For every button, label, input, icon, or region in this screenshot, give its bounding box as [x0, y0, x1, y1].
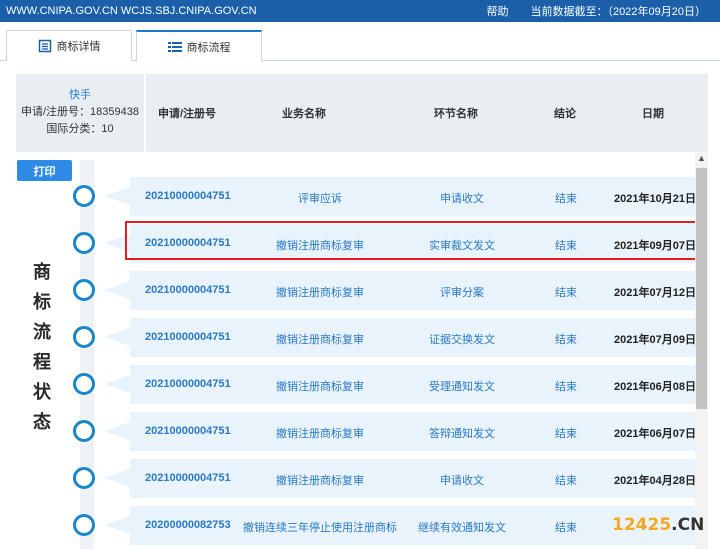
result: 结束: [555, 475, 577, 487]
application-number[interactable]: 20210000004751: [145, 190, 231, 202]
trademark-name: 快手: [69, 89, 91, 101]
timeline-dot-icon: [73, 279, 95, 301]
step-name: 申请收文: [440, 193, 484, 205]
date: 2021年04月28日: [614, 475, 696, 487]
scrollbar-thumb[interactable]: [696, 168, 707, 409]
data-date: 当前数据截至：（2022年09月20日）: [530, 6, 706, 18]
timeline-dot-icon: [73, 185, 95, 207]
step-name: 证据交换发文: [429, 334, 495, 346]
business-name[interactable]: 评审应诉: [298, 190, 342, 206]
column-header: 日期: [642, 108, 664, 120]
column-header: 结论: [554, 108, 576, 120]
registration-number: 申请/注册号：18359438: [21, 106, 139, 118]
timeline-dot-icon: [73, 420, 95, 442]
result: 结束: [555, 522, 577, 534]
business-name[interactable]: 撤销注册商标复审: [276, 284, 364, 300]
timeline-dot-icon: [73, 514, 95, 536]
timeline-dot-icon: [73, 373, 95, 395]
application-number[interactable]: 20210000004751: [145, 378, 231, 390]
timeline-dot-icon: [73, 326, 95, 348]
international-class: 国际分类：10: [46, 123, 114, 135]
table-row[interactable]: 20210000004751 撤销注册商标复审 答辩通知发文 结束 2021年06月07…: [104, 412, 696, 451]
trademark-info: 快手 申请/注册号：18359438 国际分类：10: [16, 74, 144, 152]
site-url: WWW.CNIPA.GOV.CN WCJS.SBJ.CNIPA.GOV.CN: [6, 5, 257, 17]
step-name: 继续有效通知发文: [418, 522, 506, 534]
result: 结束: [555, 334, 577, 346]
date: 2021年07月09日: [614, 334, 696, 346]
date: 2021年06月08日: [614, 381, 696, 393]
business-name[interactable]: 撤销注册商标复审: [276, 331, 364, 347]
business-name[interactable]: 撤销注册商标复审: [276, 472, 364, 488]
help-link[interactable]: 帮助: [487, 3, 509, 19]
table-row[interactable]: 20210000004751 撤销注册商标复审 评审分案 结束 2021年07月12日: [104, 271, 696, 310]
table-row[interactable]: 20210000004751 评审应诉 申请收文 结束 2021年10月21日: [104, 177, 696, 216]
document-icon: [38, 39, 52, 53]
application-number[interactable]: 20210000004751: [145, 472, 231, 484]
watermark-logo: 12425.CN: [612, 515, 704, 535]
result: 结束: [555, 193, 577, 205]
timeline-dot-icon: [73, 467, 95, 489]
business-name[interactable]: 撤销连续三年停止使用注册商标: [243, 519, 397, 535]
top-bar: WWW.CNIPA.GOV.CN WCJS.SBJ.CNIPA.GOV.CN 帮…: [0, 0, 720, 22]
result: 结束: [555, 428, 577, 440]
timeline-track: [80, 160, 94, 549]
date: 2021年07月12日: [614, 287, 696, 299]
business-name[interactable]: 撤销注册商标复审: [276, 378, 364, 394]
watermark-part: 12425: [612, 515, 672, 535]
column-header: 申请/注册号: [158, 108, 217, 120]
side-title: 商标流程状态: [33, 262, 51, 433]
table-header: 申请/注册号 业务名称 环节名称 结论 日期: [146, 74, 708, 152]
column-header: 环节名称: [434, 108, 478, 120]
tab-trademark-details[interactable]: 商标详情: [6, 30, 132, 61]
step-name: 评审分案: [440, 287, 484, 299]
tab-trademark-process[interactable]: 商标流程: [136, 30, 262, 62]
tab-bar: 商标详情 商标流程: [0, 26, 720, 62]
application-number[interactable]: 20210000004751: [145, 331, 231, 343]
watermark-part: .CN: [671, 515, 705, 535]
step-name: 受理通知发文: [429, 381, 495, 393]
tab-label: 商标详情: [56, 41, 101, 53]
application-number[interactable]: 20210000004751: [145, 284, 231, 296]
application-number[interactable]: 20200000082753: [145, 519, 231, 531]
step-name: 申请收文: [440, 475, 484, 487]
step-name: 答辩通知发文: [429, 428, 495, 440]
tab-label: 商标流程: [186, 41, 231, 54]
timeline-dot-icon: [73, 232, 95, 254]
scroll-up-icon[interactable]: ▲: [697, 153, 706, 163]
list-icon: [167, 41, 182, 53]
print-button[interactable]: 打印: [17, 160, 72, 181]
date: 2021年06月07日: [614, 428, 696, 440]
application-number[interactable]: 20210000004751: [145, 425, 231, 437]
highlight-box: [125, 221, 698, 260]
table-row[interactable]: 20210000004751 撤销注册商标复审 证据交换发文 结束 2021年07月09…: [104, 318, 696, 357]
column-header: 业务名称: [282, 108, 326, 120]
result: 结束: [555, 287, 577, 299]
vertical-scrollbar[interactable]: ▲: [695, 153, 708, 549]
date: 2021年10月21日: [614, 193, 696, 205]
table-row[interactable]: 20200000082753 撤销连续三年停止使用注册商标 继续有效通知发文 结束: [104, 506, 695, 545]
business-name[interactable]: 撤销注册商标复审: [276, 425, 364, 441]
result: 结束: [555, 381, 577, 393]
table-row[interactable]: 20210000004751 撤销注册商标复审 受理通知发文 结束 2021年06月08…: [104, 365, 696, 404]
table-row[interactable]: 20210000004751 撤销注册商标复审 申请收文 结束 2021年04月28日: [104, 459, 696, 498]
